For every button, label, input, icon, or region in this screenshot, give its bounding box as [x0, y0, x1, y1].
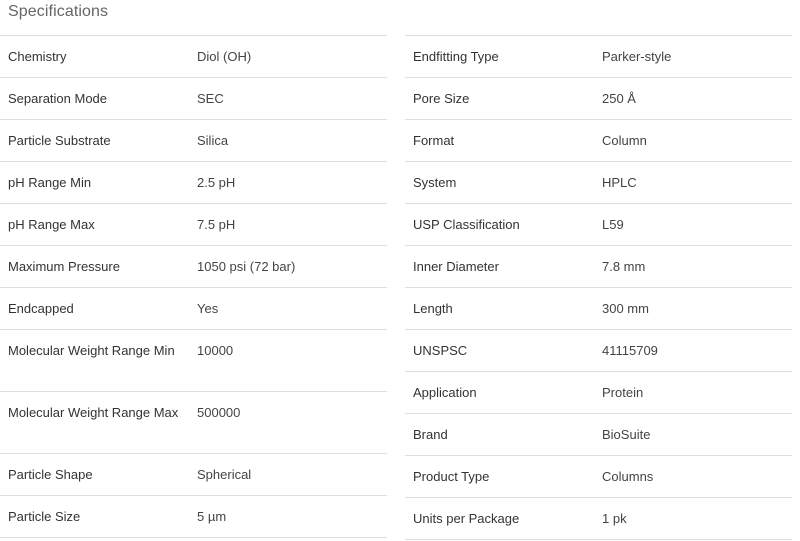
spec-label: pH Range Min [0, 161, 189, 204]
table-row: Particle Shape Spherical [0, 453, 387, 496]
spec-value: Columns [594, 455, 792, 498]
spec-value: 41115709 [594, 329, 792, 372]
spec-value: 250 Å [594, 77, 792, 120]
spec-label: Length [405, 287, 594, 330]
spec-value: 7.8 mm [594, 245, 792, 288]
table-row: Particle Substrate Silica [0, 119, 387, 162]
spec-value: Diol (OH) [189, 35, 387, 78]
spec-value: Column [594, 119, 792, 162]
table-row: USP Classification L59 [405, 203, 792, 246]
spec-value: 300 mm [594, 287, 792, 330]
spec-label: UNSPSC [405, 329, 594, 372]
table-row: Separation Mode SEC [0, 77, 387, 120]
spec-table-left: Chemistry Diol (OH) Separation Mode SEC … [0, 35, 387, 538]
table-row: Inner Diameter 7.8 mm [405, 245, 792, 288]
spec-label: Inner Diameter [405, 245, 594, 288]
table-row: Format Column [405, 119, 792, 162]
spec-value: 500000 [189, 391, 387, 454]
spec-label: USP Classification [405, 203, 594, 246]
spec-label: Particle Size [0, 495, 189, 538]
table-row: UNSPSC 41115709 [405, 329, 792, 372]
spec-value: Parker-style [594, 35, 792, 78]
table-row: Endcapped Yes [0, 287, 387, 330]
spec-value: 1 pk [594, 497, 792, 540]
spec-value: 7.5 pH [189, 203, 387, 246]
table-row: Units per Package 1 pk [405, 497, 792, 540]
table-row: Pore Size 250 Å [405, 77, 792, 120]
spec-value: Protein [594, 371, 792, 414]
spec-label: Maximum Pressure [0, 245, 189, 288]
table-row: Particle Size 5 µm [0, 495, 387, 538]
spec-value: Spherical [189, 453, 387, 496]
table-row: Product Type Columns [405, 455, 792, 498]
spec-value: BioSuite [594, 413, 792, 456]
spec-label: Separation Mode [0, 77, 189, 120]
table-row: Chemistry Diol (OH) [0, 35, 387, 78]
spec-value: 5 µm [189, 495, 387, 538]
spec-label: Endfitting Type [405, 35, 594, 78]
spec-label: Molecular Weight Range Max [0, 391, 189, 454]
table-row: Brand BioSuite [405, 413, 792, 456]
table-row: Molecular Weight Range Max 500000 [0, 391, 387, 454]
table-row: pH Range Max 7.5 pH [0, 203, 387, 246]
spec-value: Silica [189, 119, 387, 162]
spec-value: SEC [189, 77, 387, 120]
spec-table-right: Endfitting Type Parker-style Pore Size 2… [405, 35, 792, 540]
spec-label: Units per Package [405, 497, 594, 540]
spec-value: L59 [594, 203, 792, 246]
spec-label: Brand [405, 413, 594, 456]
spec-value: 2.5 pH [189, 161, 387, 204]
table-row: System HPLC [405, 161, 792, 204]
spec-label: Particle Shape [0, 453, 189, 496]
spec-value: 10000 [189, 329, 387, 392]
spec-label: Pore Size [405, 77, 594, 120]
spec-value: HPLC [594, 161, 792, 204]
section-title: Specifications [8, 3, 109, 20]
table-row: pH Range Min 2.5 pH [0, 161, 387, 204]
spec-label: Format [405, 119, 594, 162]
spec-value: Yes [189, 287, 387, 330]
spec-label: pH Range Max [0, 203, 189, 246]
table-row: Length 300 mm [405, 287, 792, 330]
table-row: Maximum Pressure 1050 psi (72 bar) [0, 245, 387, 288]
table-row: Endfitting Type Parker-style [405, 35, 792, 78]
spec-value: 1050 psi (72 bar) [189, 245, 387, 288]
spec-label: Chemistry [0, 35, 189, 78]
spec-label: Application [405, 371, 594, 414]
spec-label: System [405, 161, 594, 204]
spec-label: Particle Substrate [0, 119, 189, 162]
spec-label: Endcapped [0, 287, 189, 330]
spec-label: Molecular Weight Range Min [0, 329, 189, 392]
spec-label: Product Type [405, 455, 594, 498]
table-row: Application Protein [405, 371, 792, 414]
table-row: Molecular Weight Range Min 10000 [0, 329, 387, 392]
